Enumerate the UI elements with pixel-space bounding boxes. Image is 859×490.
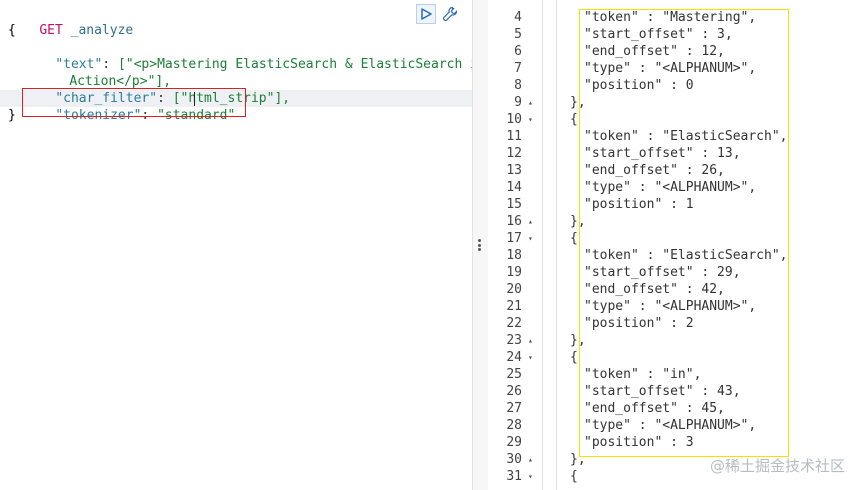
text-cursor bbox=[194, 92, 195, 106]
line-number: 12 bbox=[506, 146, 522, 161]
request-editor[interactable]: GET _analyze { "text": ["<p>Mastering El… bbox=[0, 0, 486, 490]
response-line: { bbox=[570, 112, 578, 127]
line-number: 6 bbox=[514, 44, 522, 59]
line-number: 26 bbox=[506, 384, 522, 399]
fold-open-icon[interactable]: ▾ bbox=[528, 468, 536, 485]
text-value-wrap[interactable]: Action</p>"], bbox=[38, 56, 171, 89]
line-number: 15 bbox=[506, 197, 522, 212]
fold-open-icon[interactable]: ▾ bbox=[528, 230, 536, 247]
wrench-icon[interactable] bbox=[440, 4, 460, 24]
endpoint: _analyze bbox=[70, 23, 134, 38]
line-number: 13 bbox=[506, 163, 522, 178]
request-line[interactable]: GET _analyze bbox=[8, 5, 133, 38]
response-line: { bbox=[570, 231, 578, 246]
line-number: 17 bbox=[506, 231, 522, 246]
http-method: GET bbox=[39, 23, 63, 38]
text-param-line[interactable]: "text": ["<p>Mastering ElasticSearch & E… bbox=[24, 39, 485, 72]
fold-close-icon[interactable]: ▴ bbox=[528, 332, 536, 349]
line-number: 8 bbox=[514, 78, 522, 93]
fold-open-icon[interactable]: ▾ bbox=[528, 111, 536, 128]
line-number-gutter: 4 5 6 7 8 9 ▴ 10 ▾ 11 12 13 14 15 16 ▴ 17 ▾ 18 19 20 21 22 23 ▴ 2… bbox=[488, 0, 536, 490]
tokenizer-highlight-box bbox=[22, 88, 246, 117]
line-number: 29 bbox=[506, 435, 522, 450]
fold-close-icon[interactable]: ▴ bbox=[528, 94, 536, 111]
drag-handle-icon bbox=[478, 239, 481, 251]
indent-guide bbox=[556, 0, 557, 490]
line-number: 23 bbox=[506, 333, 522, 348]
text-value: ["<p>Mastering ElasticSearch & ElasticSe… bbox=[117, 57, 486, 72]
response-line: { bbox=[570, 350, 578, 365]
line-number: 24 bbox=[506, 350, 522, 365]
line-number: 18 bbox=[506, 248, 522, 263]
open-brace: { bbox=[8, 23, 16, 38]
line-number: 5 bbox=[514, 27, 522, 42]
line-number: 4 bbox=[514, 10, 522, 25]
line-number: 25 bbox=[506, 367, 522, 382]
line-number: 27 bbox=[506, 401, 522, 416]
play-icon[interactable] bbox=[416, 4, 436, 24]
line-number: 30 bbox=[506, 452, 522, 467]
line-number: 20 bbox=[506, 282, 522, 297]
line-number: 21 bbox=[506, 299, 522, 314]
response-line: { bbox=[570, 469, 578, 484]
line-number: 11 bbox=[506, 129, 522, 144]
request-toolbar bbox=[416, 4, 460, 24]
line-number: 19 bbox=[506, 265, 522, 280]
indent-guide bbox=[542, 0, 543, 490]
fold-close-icon[interactable]: ▴ bbox=[528, 213, 536, 230]
close-brace: } bbox=[8, 108, 16, 123]
line-number: 10 bbox=[506, 112, 522, 127]
line-number: 14 bbox=[506, 180, 522, 195]
fold-open-icon[interactable]: ▾ bbox=[528, 349, 536, 366]
line-number: 9 bbox=[514, 95, 522, 110]
line-number: 16 bbox=[506, 214, 522, 229]
line-number: 31 bbox=[506, 469, 522, 484]
fold-close-icon[interactable]: ▴ bbox=[528, 451, 536, 468]
watermark: @稀土掘金技术社区 bbox=[709, 457, 845, 475]
tokens-highlight-box bbox=[579, 9, 789, 457]
line-number: 22 bbox=[506, 316, 522, 331]
line-number: 28 bbox=[506, 418, 522, 433]
line-number: 7 bbox=[514, 61, 522, 76]
